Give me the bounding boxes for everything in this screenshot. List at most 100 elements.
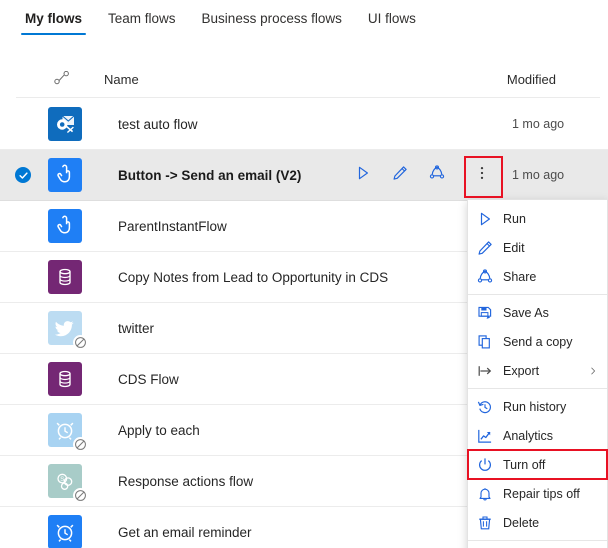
menu-item-analytics[interactable]: Analytics [468,421,607,450]
history-icon [477,399,501,415]
row-action-buttons [353,159,504,191]
flow-name[interactable]: Button -> Send an email (V2) [102,168,353,183]
tab-label: Team flows [108,11,176,26]
database-icon [48,362,82,396]
flow-name[interactable]: ParentInstantFlow [102,219,504,234]
menu-item-share[interactable]: Share [468,262,607,291]
flows-table-header: Name Modified [16,62,600,98]
flow-name[interactable]: CDS Flow [102,372,504,387]
menu-separator [468,388,607,389]
share-icon [429,164,445,186]
play-icon [477,211,501,227]
table-row[interactable]: test auto flow 1 mo ago [0,99,608,150]
flow-icon-cell [46,413,102,452]
menu-item-run-history[interactable]: Run history [468,392,607,421]
button-tap-icon [48,158,82,192]
bell-icon [477,486,501,502]
menu-item-label: Repair tips off [503,486,580,501]
analytics-icon [477,428,501,444]
menu-item-label: Delete [503,515,540,530]
tab-ui-flows[interactable]: UI flows [355,0,429,38]
flow-icon-cell [46,311,102,350]
menu-item-details[interactable]: Details [468,544,607,548]
flow-connector-icon [54,70,71,88]
svg-text:S: S [60,477,64,483]
flow-icon-cell: S [46,464,102,503]
share-icon [477,268,501,285]
tab-label: My flows [25,11,83,26]
column-header-name[interactable]: Name [88,72,480,87]
menu-item-label: Edit [503,240,525,255]
ellipsis-vertical-icon [474,165,490,186]
menu-item-label: Send a copy [503,334,573,349]
alarm-clock-icon [48,413,88,452]
flow-icon-cell [46,515,102,548]
checkmark-icon [15,167,31,183]
tab-business-process-flows[interactable]: Business process flows [189,0,355,38]
tab-team-flows[interactable]: Team flows [95,0,189,38]
flow-icon-cell [46,260,102,294]
copy-icon [477,334,501,350]
power-icon [477,457,501,473]
flow-name[interactable]: test auto flow [102,117,504,132]
flow-disabled-badge-icon [73,335,88,350]
alarm-clock-icon [48,515,82,548]
power-automate-flows-page: My flows Team flows Business process flows… [0,0,608,548]
menu-item-label: Turn off [503,457,546,472]
menu-separator [468,540,607,541]
menu-separator [468,294,607,295]
flow-icon-cell [46,158,102,192]
tab-label: UI flows [367,11,416,26]
table-row[interactable]: Button -> Send an email (V2) 1 mo ago [0,150,608,201]
menu-item-label: Save As [503,305,549,320]
flow-icon-cell [46,362,102,396]
more-commands-button[interactable] [470,159,494,191]
menu-item-delete[interactable]: Delete [468,508,607,537]
pencil-icon [477,240,501,256]
row-select-checkbox[interactable] [0,167,46,183]
menu-item-label: Analytics [503,428,554,443]
menu-item-label: Share [503,269,537,284]
tab-my-flows[interactable]: My flows [12,0,95,38]
run-button[interactable] [353,165,373,185]
chevron-right-icon [587,366,599,376]
flow-disabled-badge-icon [73,488,88,503]
database-icon [48,260,82,294]
flow-disabled-badge-icon [73,437,88,452]
twitter-icon [48,311,88,350]
export-icon [477,363,501,379]
edit-button[interactable] [390,165,410,185]
column-header-icon [16,70,88,88]
flow-name[interactable]: Get an email reminder [102,525,504,540]
menu-item-label: Run history [503,399,567,414]
menu-item-run[interactable]: Run [468,204,607,233]
save-as-icon [477,305,501,321]
sharepoint-icon: S [48,464,88,503]
flow-name[interactable]: Apply to each [102,423,504,438]
flow-name[interactable]: Copy Notes from Lead to Opportunity in C… [102,270,504,285]
button-tap-icon [48,209,82,243]
menu-item-send-a-copy[interactable]: Send a copy [468,327,607,356]
flow-type-tabs: My flows Team flows Business process flows… [0,0,608,43]
flow-icon-cell [46,107,102,141]
menu-item-label: Export [503,363,540,378]
flow-name[interactable]: twitter [102,321,504,336]
menu-item-export[interactable]: Export [468,356,607,385]
flow-modified-date: 1 mo ago [512,168,565,182]
flow-context-menu: Run Edit Share Save As Send a copy Export Run … [467,199,608,548]
menu-item-turn-off[interactable]: Turn off [467,449,608,480]
tab-active-underline [21,33,87,35]
flow-name[interactable]: Response actions flow [102,474,504,489]
pencil-icon [392,165,408,186]
flow-modified-date: 1 mo ago [512,117,565,131]
menu-item-edit[interactable]: Edit [468,233,607,262]
column-header-modified[interactable]: Modified [480,72,600,87]
play-icon [355,165,371,186]
menu-item-save-as[interactable]: Save As [468,298,607,327]
flow-icon-cell [46,209,102,243]
menu-item-label: Run [503,211,526,226]
menu-item-repair-tips-off[interactable]: Repair tips off [468,479,607,508]
outlook-icon [48,107,82,141]
tab-label: Business process flows [201,11,342,26]
share-button[interactable] [427,164,447,186]
